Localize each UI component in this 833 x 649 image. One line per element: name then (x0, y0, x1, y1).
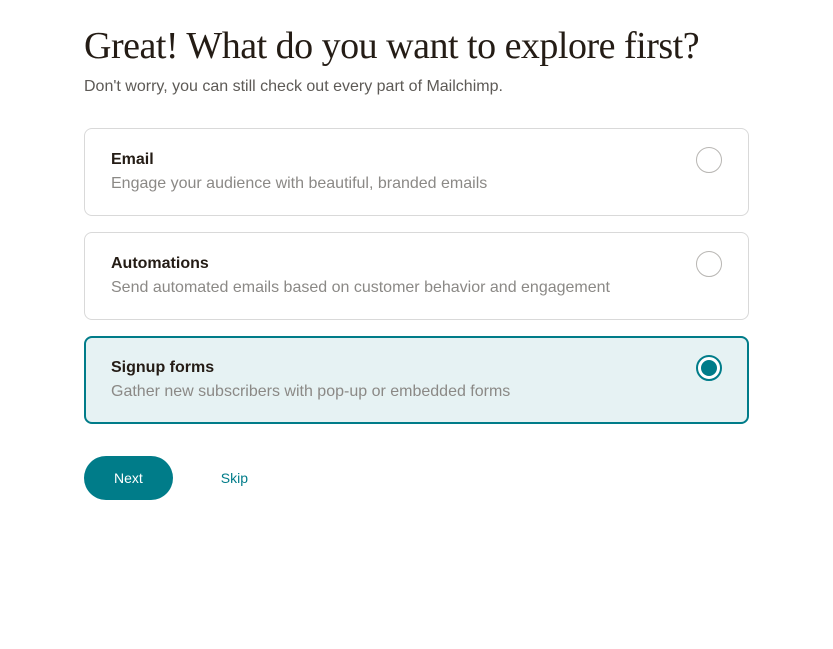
option-description: Gather new subscribers with pop-up or em… (111, 383, 696, 401)
page-subtitle: Don't worry, you can still check out eve… (84, 78, 749, 96)
radio-icon (696, 355, 722, 381)
radio-icon (696, 251, 722, 277)
option-email[interactable]: Email Engage your audience with beautifu… (84, 128, 749, 216)
option-description: Engage your audience with beautiful, bra… (111, 175, 696, 193)
option-signup-forms[interactable]: Signup forms Gather new subscribers with… (84, 336, 749, 424)
options-list: Email Engage your audience with beautifu… (84, 128, 749, 424)
option-automations[interactable]: Automations Send automated emails based … (84, 232, 749, 320)
option-title: Automations (111, 255, 696, 273)
option-text: Automations Send automated emails based … (111, 255, 696, 297)
page-title: Great! What do you want to explore first… (84, 24, 749, 68)
next-button[interactable]: Next (84, 456, 173, 500)
skip-button[interactable]: Skip (221, 470, 248, 486)
option-text: Email Engage your audience with beautifu… (111, 151, 696, 193)
option-text: Signup forms Gather new subscribers with… (111, 359, 696, 401)
option-title: Signup forms (111, 359, 696, 377)
option-title: Email (111, 151, 696, 169)
radio-icon (696, 147, 722, 173)
radio-inner-icon (701, 360, 717, 376)
option-description: Send automated emails based on customer … (111, 279, 696, 297)
actions-row: Next Skip (84, 456, 749, 500)
